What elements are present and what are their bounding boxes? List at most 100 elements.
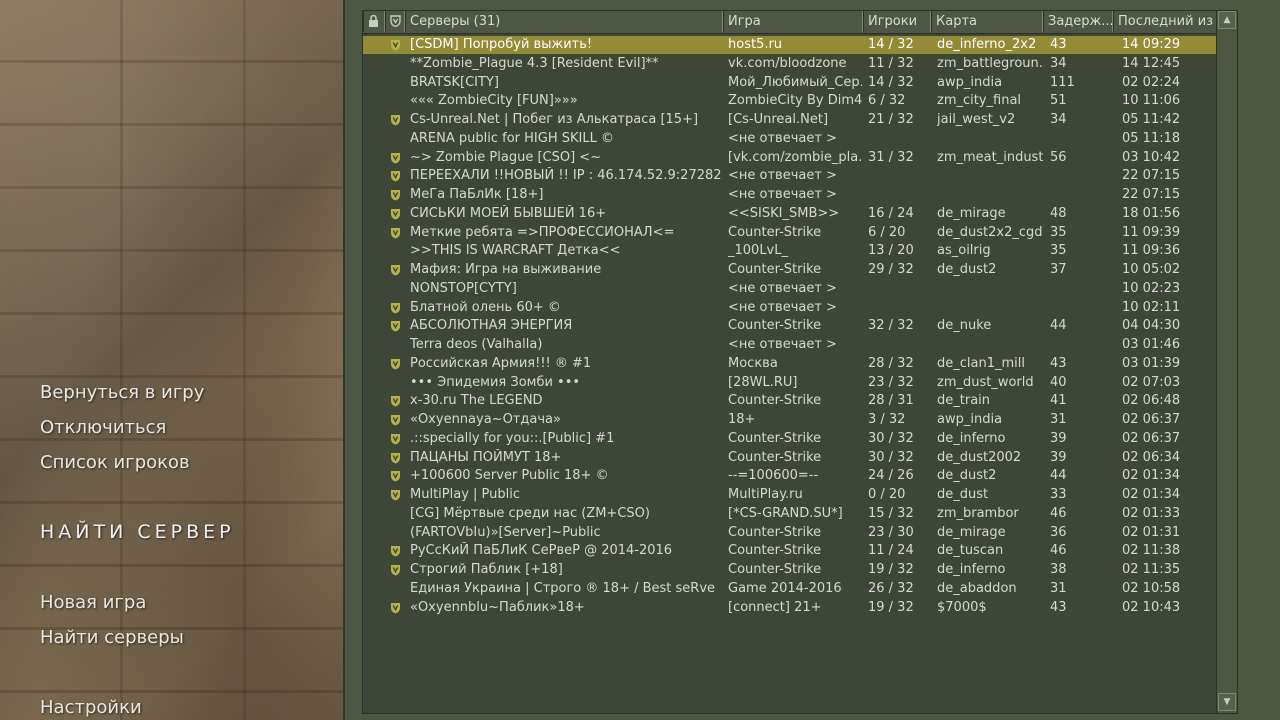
player-list-button[interactable]: Список игроков <box>40 452 190 473</box>
server-name: ««« ZombieCity [FUN]»»» <box>410 93 578 109</box>
server-row[interactable]: BRATSK[CITY] Мой_Любимый_Сер... 14 / 32 awp… <box>363 74 1237 92</box>
column-players[interactable]: Игроки <box>863 11 931 32</box>
server-row[interactable]: ПЕРЕЕХАЛИ !!НОВЫЙ !! IP : 46.174.52.9:27… <box>363 167 1237 185</box>
server-map: zm_meat_indust... <box>937 149 1043 165</box>
scroll-up-button[interactable]: ▲ <box>1218 11 1236 29</box>
server-map: de_tuscan <box>937 543 1004 559</box>
server-players: 26 / 32 <box>868 580 914 596</box>
server-row[interactable]: Единая Украина | Строго ® 18+ / Best seR… <box>363 580 1237 598</box>
server-map: de_inferno_2x2 <box>937 37 1037 52</box>
server-row[interactable]: ПАЦАНЫ ПОЙМУТ 18+ Counter-Strike 30 / 32 de… <box>363 449 1237 467</box>
server-row[interactable]: [CG] Мёртвые среди нас (ZM+CSO) [*CS-GRAN… <box>363 505 1237 523</box>
server-row[interactable]: Меткие ребята =>ПРОФЕССИОНАЛ<= Counter-St… <box>363 224 1237 242</box>
server-game: Москва <box>728 355 778 371</box>
server-row[interactable]: x-30.ru The LEGEND Counter-Strike 28 / 31 d… <box>363 392 1237 410</box>
server-name: ARENA public for HIGH SKILL © <box>410 130 614 146</box>
server-players: 16 / 24 <box>868 205 914 221</box>
server-row[interactable]: Блатной олень 60+ © <не отвечает >10 02:1… <box>363 299 1237 317</box>
server-latency: 35 <box>1050 243 1067 259</box>
resume-game-button[interactable]: Вернуться в игру <box>40 382 204 403</box>
server-row[interactable]: **Zombie_Plague 4.3 [Resident Evil]** vk.… <box>363 55 1237 73</box>
disconnect-button[interactable]: Отключиться <box>40 417 166 438</box>
server-game: <не отвечает > <box>728 130 837 146</box>
server-row[interactable]: ARENA public for HIGH SKILL © <не отвечае… <box>363 130 1237 148</box>
server-row[interactable]: MultiPlay | Public MultiPlay.ru 0 / 20 de_d… <box>363 486 1237 504</box>
server-players: 32 / 32 <box>868 318 914 334</box>
server-players: 28 / 32 <box>868 355 914 371</box>
server-row[interactable]: ««« ZombieCity [FUN]»»» ZombieCity By Dim… <box>363 92 1237 110</box>
server-row[interactable]: МеГа ПаБлИк [18+] <не отвечает >22 07:15 <box>363 186 1237 204</box>
server-latency: 33 <box>1050 487 1067 502</box>
server-row[interactable]: ••• Эпидемия Зомби ••• [28WL.RU] 23 / 32 zm… <box>363 374 1237 392</box>
server-players: 31 / 32 <box>868 149 914 165</box>
server-game: host5.ru <box>728 37 783 52</box>
server-game: Counter-Strike <box>728 262 822 277</box>
vac-shield-icon <box>391 358 400 370</box>
server-row[interactable]: ~> Zombie Plague [CSO] <~ [vk.com/zombie_… <box>363 149 1237 167</box>
server-name: «Oxyennblu~Паблик»18+ <box>410 599 585 615</box>
find-servers-button[interactable]: Найти серверы <box>40 627 184 648</box>
server-players <box>868 299 930 317</box>
column-game[interactable]: Игра <box>723 11 863 32</box>
server-row[interactable]: +100600 Server Public 18+ © --=100600=-- 2… <box>363 467 1237 485</box>
vac-shield-icon <box>391 40 400 51</box>
server-row[interactable]: Cs-Unreal.Net | Побег из Алькатраса [15+… <box>363 111 1237 129</box>
server-game: [28WL.RU] <box>728 374 798 390</box>
server-row[interactable]: .::specially for you::.[Public] #1 Counte… <box>363 430 1237 448</box>
scrollbar[interactable]: ▲ ▼ <box>1216 11 1237 713</box>
server-latency: 39 <box>1050 430 1067 446</box>
server-list: Серверы (31) Игра Игроки Карта Задерж...… <box>362 10 1238 714</box>
column-latency[interactable]: Задерж... <box>1043 11 1113 32</box>
server-game: vk.com/bloodzone <box>728 55 847 71</box>
server-row[interactable]: «Oxyennblu~Паблик»18+ [connect] 21+ 19 / 3… <box>363 599 1237 617</box>
server-row[interactable]: Российская Армия!!! ® #1 Москва 28 / 32 de_… <box>363 355 1237 373</box>
server-row[interactable]: (FARTOVbIu)»[Server]~Public Counter-Strik… <box>363 524 1237 542</box>
server-players: 3 / 32 <box>868 412 906 427</box>
server-row[interactable]: АБСОЛЮТНАЯ ЭНЕРГИЯ Counter-Strike 32 / 32 d… <box>363 317 1237 335</box>
server-row[interactable]: «Oxyennaya~Отдача» 18+ 3 / 32 awp_india 31 02… <box>363 411 1237 429</box>
server-name: ••• Эпидемия Зомби ••• <box>410 374 581 390</box>
server-name: Terra deos (Valhalla) <box>410 337 543 352</box>
server-latency: 46 <box>1050 543 1067 559</box>
settings-button[interactable]: Настройки <box>40 697 142 718</box>
new-game-button[interactable]: Новая игра <box>40 592 146 613</box>
server-name: **Zombie_Plague 4.3 [Resident Evil]** <box>410 55 659 71</box>
vac-shield-icon <box>391 321 400 332</box>
server-game: Counter-Strike <box>728 543 822 559</box>
server-latency <box>1050 280 1110 298</box>
server-latency: 46 <box>1050 505 1067 521</box>
server-row[interactable]: Terra deos (Valhalla) <не отвечает >03 01… <box>363 336 1237 354</box>
server-latency: 38 <box>1050 562 1067 577</box>
server-map: zm_city_final <box>937 93 1022 109</box>
server-game: [*CS-GRAND.SU*] <box>728 505 843 521</box>
server-players <box>868 186 930 204</box>
server-map: de_mirage <box>937 524 1006 540</box>
server-game: [Cs-Unreal.Net] <box>728 112 829 127</box>
server-row[interactable]: Строгий Паблик [+18] Counter-Strike 19 / 3… <box>363 561 1237 579</box>
vac-shield-icon <box>390 15 401 27</box>
server-row[interactable]: >>THIS IS WARCRAFT Детка<< _100LvL_ 13 / 2… <box>363 242 1237 260</box>
column-servers[interactable]: Серверы (31) <box>405 11 723 32</box>
server-name: Мафия: Игра на выживание <box>410 262 602 277</box>
column-secure[interactable] <box>385 11 405 32</box>
server-row[interactable]: РуСсКиЙ ПаБЛиК СеРвеР @ 2014-2016 Counter… <box>363 542 1237 560</box>
server-game: [vk.com/zombie_pla... <box>728 149 862 165</box>
server-row[interactable]: [CSDM] Попробуй выжить! host5.ru 14 / 32 de… <box>363 36 1237 54</box>
server-name: АБСОЛЮТНАЯ ЭНЕРГИЯ <box>410 318 573 334</box>
server-row[interactable]: СИСЬКИ МОЕЙ БЫВШЕЙ 16+ <<SISKI_SMB>> 16 / … <box>363 205 1237 223</box>
server-players: 28 / 31 <box>868 393 914 409</box>
server-map: awp_india <box>937 74 1003 90</box>
scroll-down-button[interactable]: ▼ <box>1218 693 1236 711</box>
server-game: <не отвечает > <box>728 299 837 315</box>
column-password[interactable] <box>363 11 385 32</box>
server-latency: 56 <box>1050 149 1067 165</box>
server-row[interactable]: Мафия: Игра на выживание Counter-Strike 29… <box>363 261 1237 279</box>
server-players: 14 / 32 <box>868 74 914 90</box>
server-map: $7000$ <box>937 599 987 615</box>
server-latency <box>1050 299 1110 317</box>
server-name: x-30.ru The LEGEND <box>410 393 543 409</box>
server-game: _100LvL_ <box>728 243 788 259</box>
server-row[interactable]: NONSTOP[CYTY] <не отвечает >10 02:23 <box>363 280 1237 298</box>
server-game: --=100600=-- <box>728 468 819 484</box>
column-map[interactable]: Карта <box>931 11 1043 32</box>
